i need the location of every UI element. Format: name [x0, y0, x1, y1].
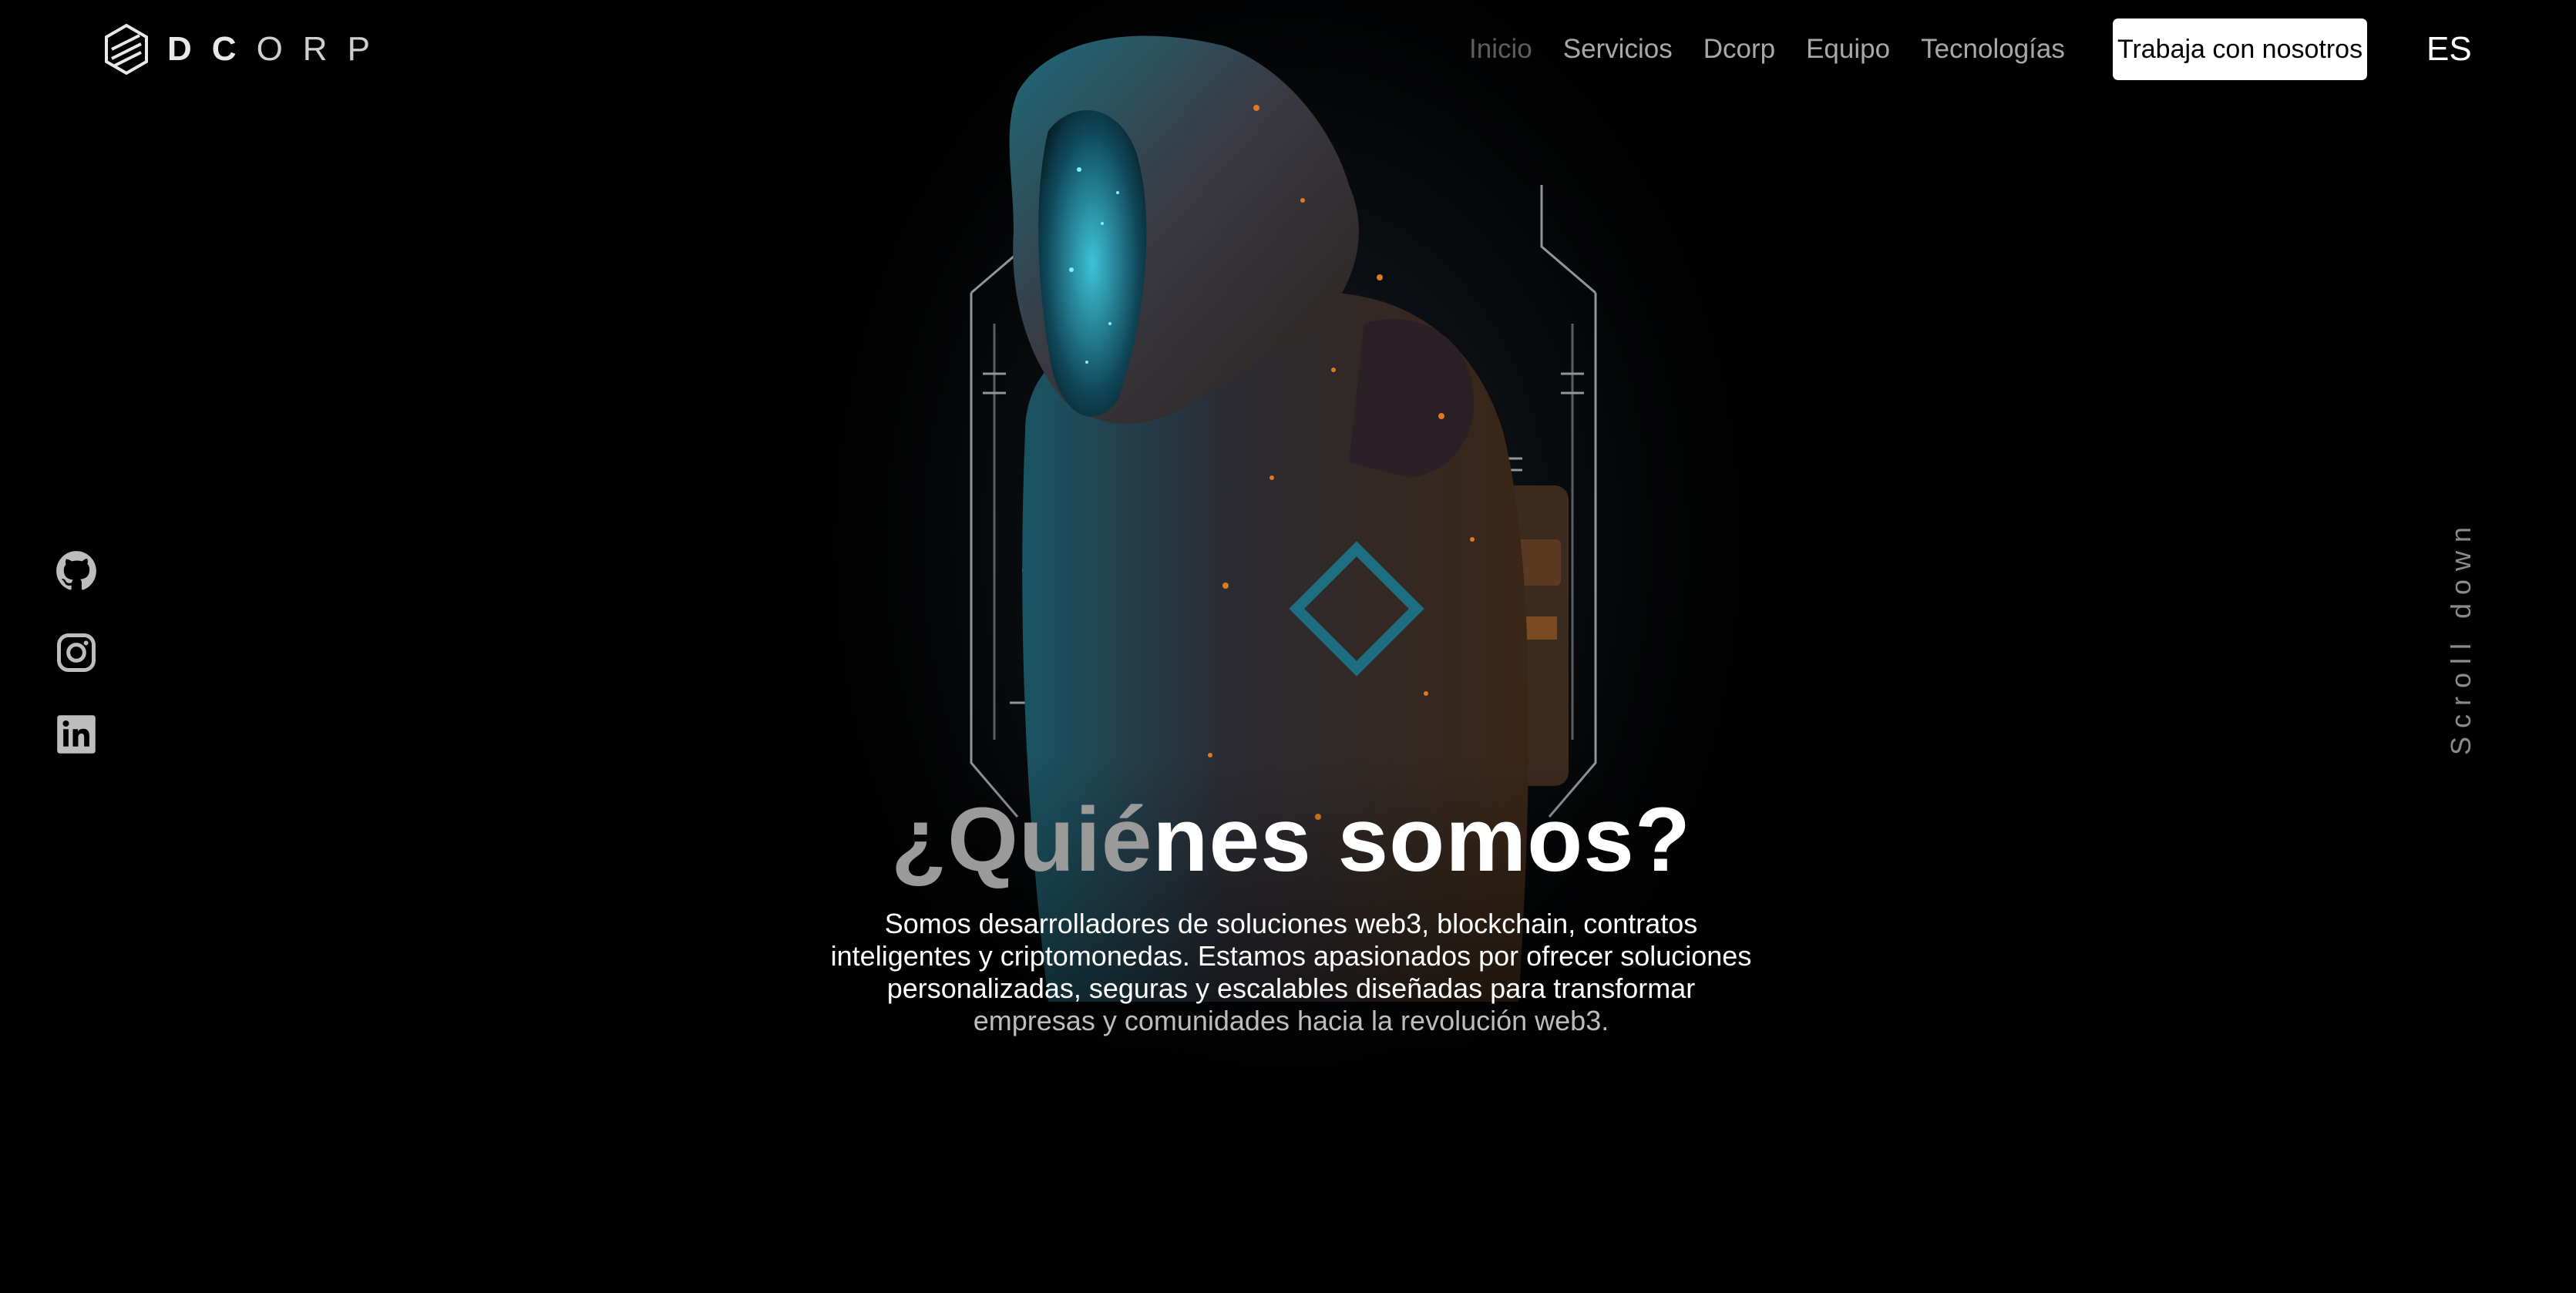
instagram-link[interactable]: [55, 632, 97, 673]
logo-text-bold: DC: [167, 30, 257, 68]
nav-item-servicios[interactable]: Servicios: [1563, 34, 1673, 65]
language-selector[interactable]: ES: [2426, 23, 2472, 76]
social-links: [55, 550, 97, 755]
page: DC ORP Inicio Servicios Dcorp Equipo Tec…: [0, 0, 2576, 1293]
instagram-icon: [57, 633, 96, 672]
github-icon: [56, 551, 96, 590]
hero-content: ¿Quiénes somos? Somos desarrolladores de…: [771, 786, 1811, 1037]
hero-title-part2: nes somos?: [1152, 789, 1691, 891]
hero-image: [794, 0, 1781, 1293]
github-link[interactable]: [55, 550, 97, 592]
nav-item-tecnologias[interactable]: Tecnologías: [1921, 34, 2065, 65]
logo-text-light: ORP: [256, 30, 390, 68]
linkedin-link[interactable]: [55, 714, 97, 755]
dcorp-logo[interactable]: DC ORP: [104, 22, 390, 77]
logo-wordmark: DC ORP: [167, 30, 390, 69]
work-with-us-button[interactable]: Trabaja con nosotros: [2113, 18, 2367, 80]
hero-description: Somos desarrolladores de soluciones web3…: [817, 908, 1765, 1037]
main-nav: Inicio Servicios Dcorp Equipo Tecnología…: [1469, 29, 2065, 69]
scroll-down-indicator[interactable]: Scroll down: [2445, 519, 2477, 755]
hero-description-main: Somos desarrolladores de soluciones web3…: [830, 908, 1752, 1004]
hero-title-part1: ¿Quié: [891, 789, 1153, 891]
nav-item-dcorp[interactable]: Dcorp: [1703, 34, 1775, 65]
top-navbar: DC ORP Inicio Servicios Dcorp Equipo Tec…: [0, 0, 2576, 100]
hexagon-logo-icon: [105, 23, 148, 76]
nav-item-inicio[interactable]: Inicio: [1469, 34, 1532, 65]
hero-title: ¿Quiénes somos?: [771, 786, 1811, 894]
nav-item-equipo[interactable]: Equipo: [1806, 34, 1890, 65]
hero-description-tail: empresas y comunidades hacia la revoluci…: [973, 1005, 1609, 1036]
linkedin-icon: [57, 715, 96, 754]
